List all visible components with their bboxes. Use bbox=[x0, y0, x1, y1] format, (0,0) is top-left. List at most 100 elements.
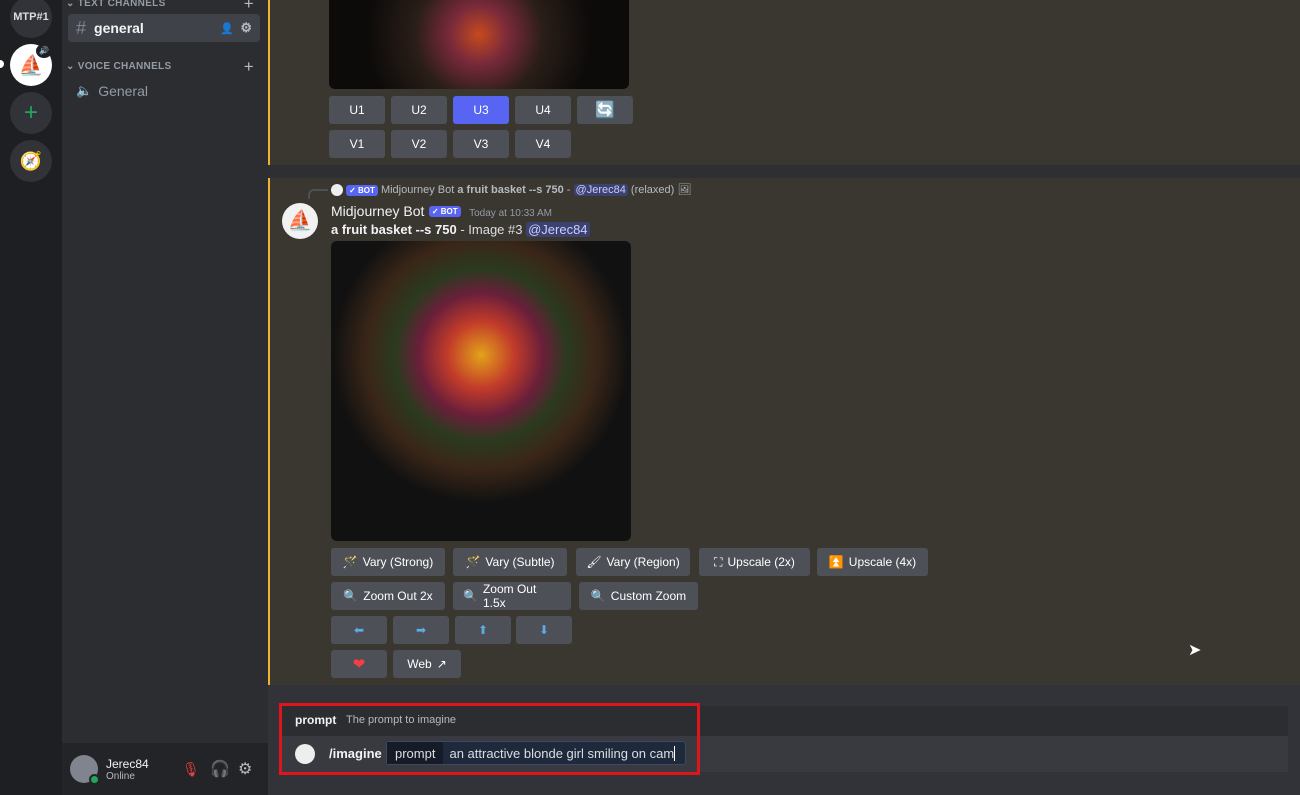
button-label: Vary (Subtle) bbox=[485, 555, 555, 569]
username: Jerec84 bbox=[106, 756, 149, 771]
button-label: Vary (Region) bbox=[606, 555, 680, 569]
reply-author: Midjourney Bot bbox=[380, 184, 455, 196]
favorite-button[interactable]: ❤ bbox=[331, 650, 387, 678]
plus-icon: + bbox=[23, 99, 38, 126]
compass-icon: 🧭 bbox=[19, 150, 43, 171]
explore-button[interactable]: 🧭 bbox=[10, 140, 52, 182]
category-label: VOICE CHANNELS bbox=[77, 61, 172, 72]
selected-indicator bbox=[0, 60, 4, 68]
bot-tag: ✓ BOT bbox=[346, 184, 378, 196]
u3-button[interactable]: U3 bbox=[453, 96, 509, 124]
external-link-icon: ↗ bbox=[436, 657, 447, 671]
avatar[interactable] bbox=[70, 755, 100, 785]
reply-avatar bbox=[331, 184, 343, 197]
mute-mic-icon[interactable]: 🎙 bbox=[182, 761, 200, 778]
timestamp: Today at 10:33 AM bbox=[469, 208, 552, 219]
magic-wand-icon: 🪄 bbox=[342, 555, 358, 569]
headphones-icon[interactable]: 🎧 bbox=[210, 759, 230, 779]
button-label: Zoom Out 1.5x bbox=[482, 582, 537, 610]
upscale-4x-button[interactable]: ⏫ Upscale (4x) bbox=[817, 548, 928, 576]
prompt-text: a fruit basket --s 750 bbox=[331, 222, 457, 237]
reply-mention[interactable]: @Jerec84 bbox=[573, 184, 628, 196]
up-arrow-icon: ⏫ bbox=[828, 555, 844, 569]
speaker-icon: 🔊 bbox=[36, 44, 52, 58]
magnifier-icon: 🔍 bbox=[343, 589, 359, 603]
chat-area: U1 U2 U3 U4 🔄 V1 V2 V3 V4 ✓ BOT Midjourn… bbox=[268, 0, 1300, 795]
fruit-basket-image[interactable] bbox=[331, 241, 631, 541]
button-label: Zoom Out 2x bbox=[363, 589, 433, 603]
u4-button[interactable]: U4 bbox=[515, 96, 571, 124]
server-mtp[interactable]: MTP#1 bbox=[10, 0, 52, 38]
annotation-highlight-box bbox=[279, 703, 700, 775]
v3-button[interactable]: V3 bbox=[453, 130, 509, 158]
pan-down-button[interactable]: ⬇ bbox=[516, 616, 572, 644]
channel-sidebar: ⌄ TEXT CHANNELS + # general 👤 ⚙ ⌄ VOICE CHA… bbox=[62, 0, 268, 795]
author-name[interactable]: Midjourney Bot bbox=[331, 203, 424, 219]
vary-strong-button[interactable]: 🪄 Vary (Strong) bbox=[331, 548, 445, 576]
server-rail: MTP#1 ⛵ 🔊 + 🧭 bbox=[0, 0, 62, 795]
zoom-out-2x-button[interactable]: 🔍 Zoom Out 2x bbox=[331, 582, 445, 610]
voice-channel-general[interactable]: 🔈 General bbox=[68, 77, 260, 105]
magic-wand-icon: 🪄 bbox=[465, 555, 481, 569]
settings-icon[interactable]: ⚙ bbox=[238, 759, 252, 779]
bot-tag: ✓ BOT bbox=[428, 206, 461, 218]
button-label: Vary (Strong) bbox=[362, 555, 434, 569]
user-panel: Jerec84 Online 🎙 🎧 ⚙ bbox=[62, 743, 268, 795]
channel-name: General bbox=[98, 83, 148, 99]
message-content: a fruit basket --s 750 - Image #3 @Jerec… bbox=[331, 222, 590, 237]
bot-avatar[interactable]: ⛵ bbox=[282, 203, 318, 239]
u2-button[interactable]: U2 bbox=[391, 96, 447, 124]
upscaled-message: ✓ BOT Midjourney Bot a fruit basket --s … bbox=[268, 178, 1300, 685]
v2-button[interactable]: V2 bbox=[391, 130, 447, 158]
add-server-button[interactable]: + bbox=[10, 92, 52, 134]
pan-right-button[interactable]: ➡ bbox=[393, 616, 449, 644]
divider bbox=[268, 165, 1300, 178]
v1-button[interactable]: V1 bbox=[329, 130, 385, 158]
image-label: - Image #3 bbox=[456, 222, 527, 237]
reply-preview[interactable]: ✓ BOT Midjourney Bot a fruit basket --s … bbox=[331, 183, 692, 197]
button-label: Custom Zoom bbox=[610, 589, 687, 603]
expand-icon: ⛶ bbox=[714, 554, 723, 569]
category-label: TEXT CHANNELS bbox=[77, 0, 166, 9]
vary-subtle-button[interactable]: 🪄 Vary (Subtle) bbox=[453, 548, 567, 576]
message-header: Midjourney Bot ✓ BOT Today at 10:33 AM bbox=[331, 203, 552, 221]
server-label: MTP#1 bbox=[13, 11, 49, 23]
reply-mode: (relaxed) bbox=[630, 184, 675, 196]
vary-region-button[interactable]: 🖌 Vary (Region) bbox=[576, 548, 690, 576]
invite-icon[interactable]: 👤 bbox=[220, 22, 234, 35]
pan-up-button[interactable]: ⬆ bbox=[455, 616, 511, 644]
button-label: Upscale (2x) bbox=[727, 555, 795, 569]
reply-prompt: a fruit basket --s 750 bbox=[457, 184, 564, 196]
reply-sep: - bbox=[563, 184, 574, 196]
custom-zoom-button[interactable]: 🔍 Custom Zoom bbox=[579, 582, 698, 610]
user-status: Online bbox=[106, 770, 135, 782]
add-channel-icon[interactable]: + bbox=[244, 57, 254, 77]
gear-icon[interactable]: ⚙ bbox=[240, 20, 252, 36]
v4-button[interactable]: V4 bbox=[515, 130, 571, 158]
mention[interactable]: @Jerec84 bbox=[526, 222, 590, 237]
web-button[interactable]: Web ↗ bbox=[393, 650, 461, 678]
brush-icon: 🖌 bbox=[586, 555, 602, 569]
online-status-dot bbox=[89, 774, 100, 785]
magnifier-icon: 🔍 bbox=[463, 589, 478, 603]
grid-image[interactable] bbox=[329, 0, 629, 89]
image-icon: 🖼 bbox=[677, 184, 692, 196]
u1-button[interactable]: U1 bbox=[329, 96, 385, 124]
category-text-channels[interactable]: ⌄ TEXT CHANNELS + bbox=[66, 0, 262, 13]
add-channel-icon[interactable]: + bbox=[244, 0, 254, 14]
channel-name: general bbox=[94, 20, 144, 36]
speaker-icon: 🔈 bbox=[76, 83, 93, 98]
zoom-out-1-5x-button[interactable]: 🔍 Zoom Out 1.5x bbox=[453, 582, 571, 610]
category-voice-channels[interactable]: ⌄ VOICE CHANNELS + bbox=[66, 57, 262, 76]
upscale-2x-button[interactable]: ⛶ Upscale (2x) bbox=[699, 548, 810, 576]
reroll-button[interactable]: 🔄 bbox=[577, 96, 633, 124]
reply-line bbox=[308, 189, 328, 199]
grid-message: U1 U2 U3 U4 🔄 V1 V2 V3 V4 bbox=[268, 0, 1300, 165]
magnifier-icon: 🔍 bbox=[590, 589, 606, 603]
mouse-cursor: ➤ bbox=[1188, 642, 1202, 659]
button-label: Web bbox=[407, 657, 432, 671]
refresh-icon: 🔄 bbox=[595, 102, 615, 119]
pan-left-button[interactable]: ⬅ bbox=[331, 616, 387, 644]
channel-general[interactable]: # general 👤 ⚙ bbox=[68, 14, 260, 42]
button-label: Upscale (4x) bbox=[848, 555, 917, 569]
